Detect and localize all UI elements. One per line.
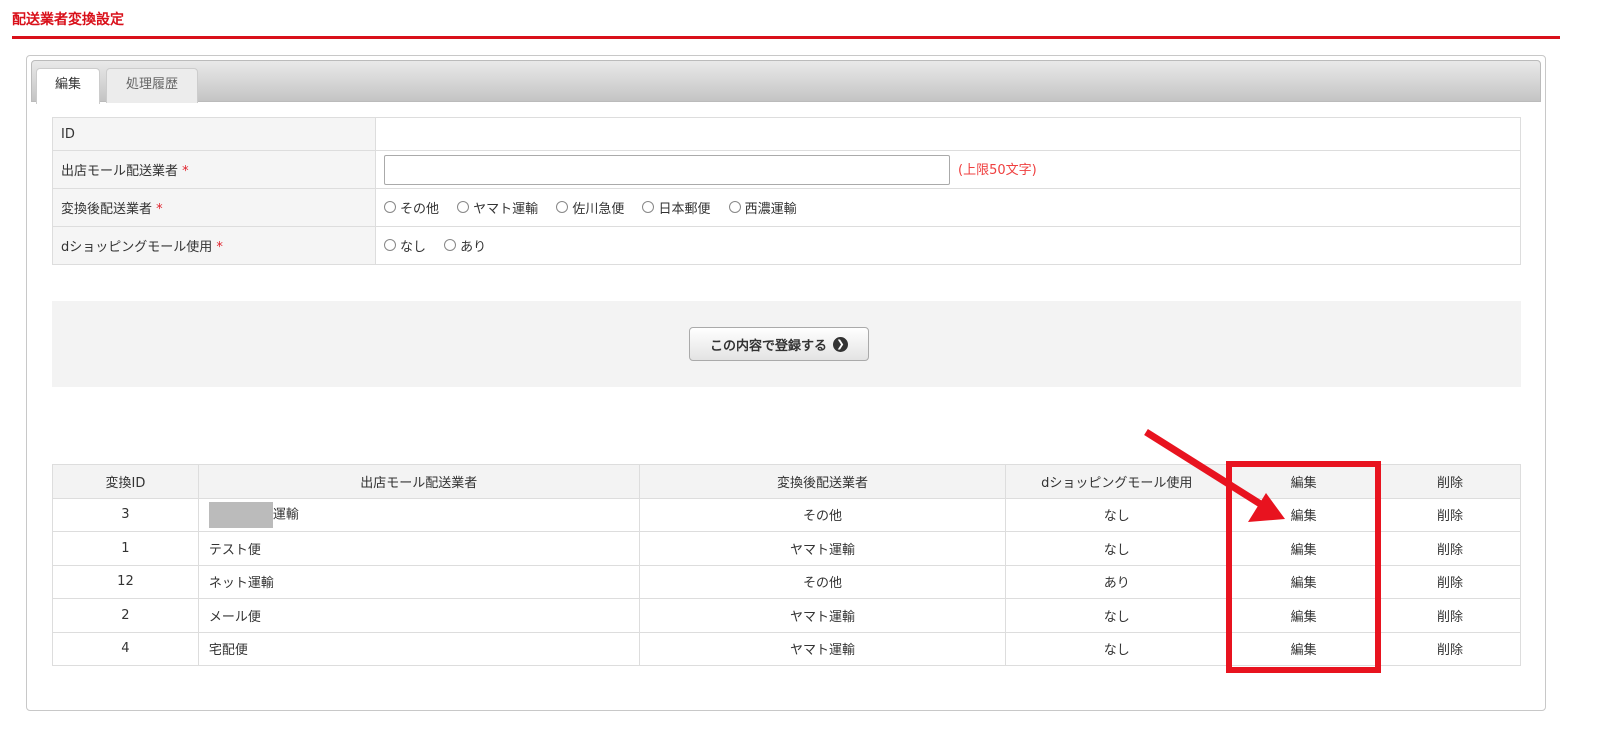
annotation-arrow-icon xyxy=(1144,429,1285,522)
